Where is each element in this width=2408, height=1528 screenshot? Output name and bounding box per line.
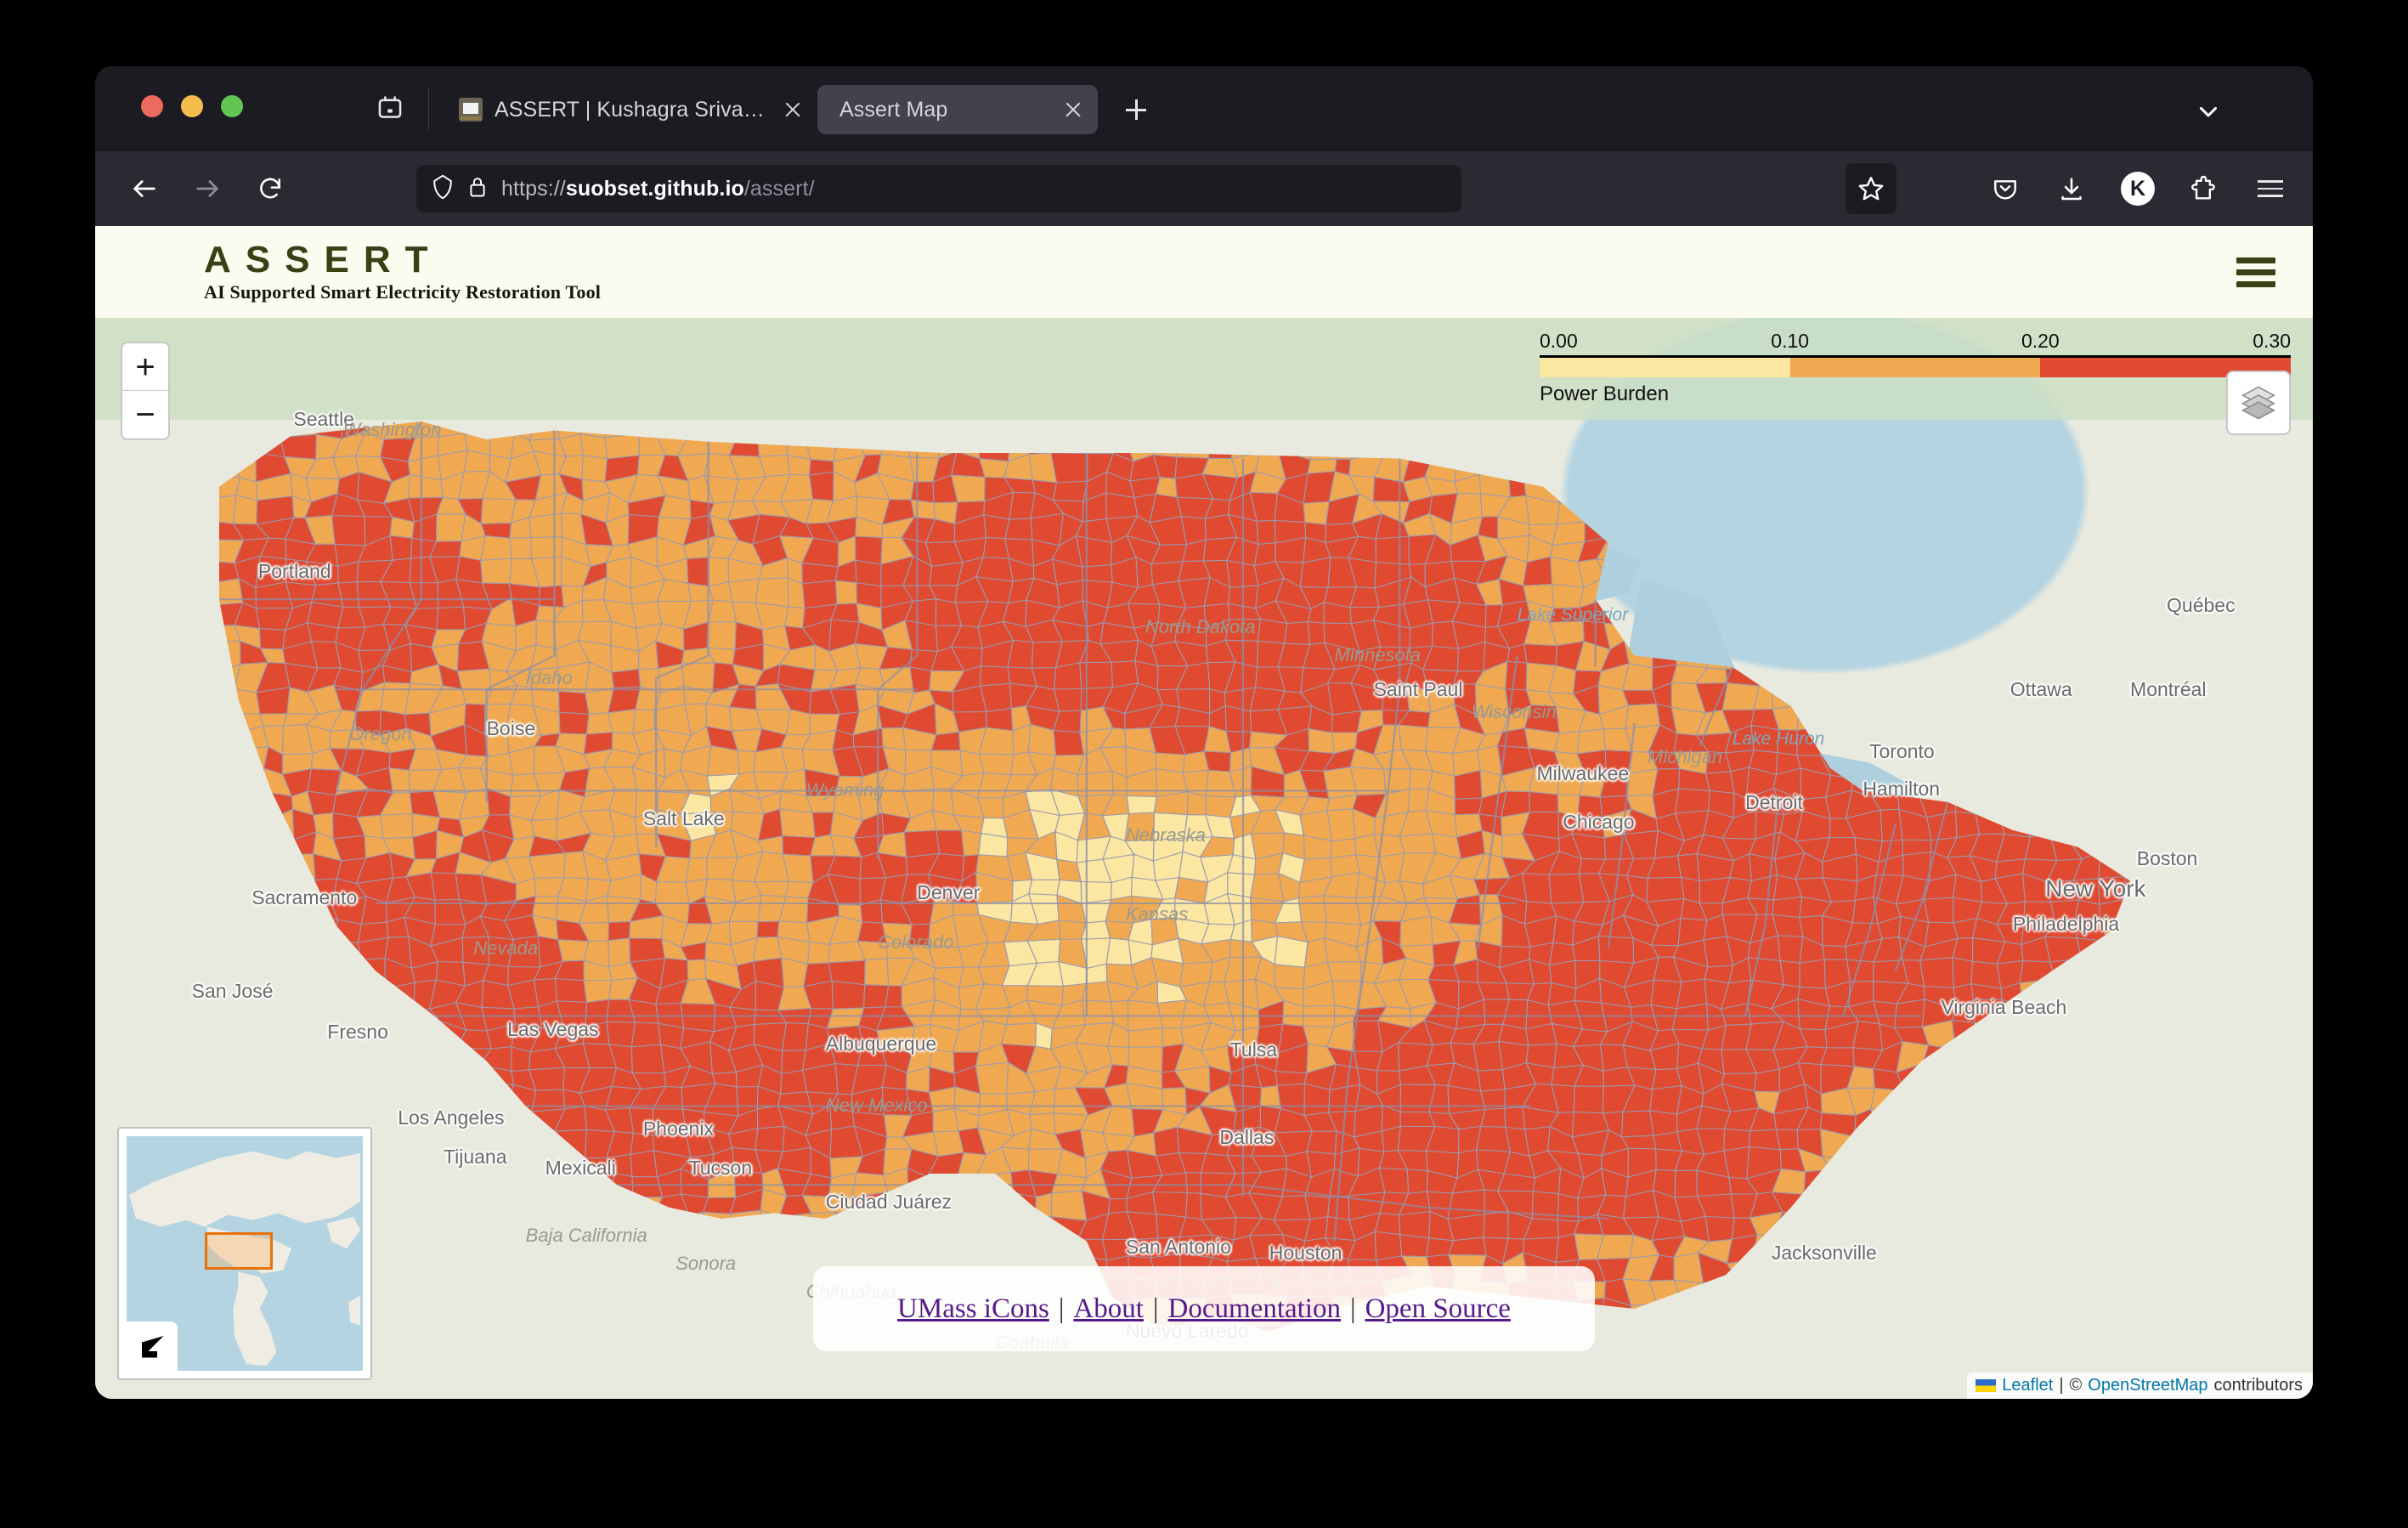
pocket-icon[interactable] — [1987, 170, 2024, 207]
link-umass-icons[interactable]: UMass iCons — [897, 1293, 1049, 1325]
openstreetmap-link[interactable]: OpenStreetMap — [2088, 1376, 2207, 1395]
tab-title: Assert Map — [839, 98, 947, 122]
zoom-out-button[interactable]: − — [122, 391, 168, 439]
ukraine-flag-icon — [1976, 1379, 1996, 1392]
url-text: https://suobset.github.io/assert/ — [501, 177, 815, 201]
extension-puzzle-icon[interactable] — [2185, 170, 2223, 207]
hamburger-menu-icon[interactable] — [2252, 170, 2289, 207]
star-icon[interactable] — [1846, 163, 1896, 214]
link-documentation[interactable]: Documentation — [1168, 1293, 1341, 1325]
url-scheme: https:// — [501, 177, 566, 201]
tabs-container: ASSERT | Kushagra Srivastava Assert Map — [444, 85, 1156, 134]
tab-assert-map[interactable]: Assert Map — [817, 85, 1098, 134]
tab-title: ASSERT | Kushagra Srivastava — [495, 98, 768, 122]
contributors-text: contributors — [2214, 1376, 2303, 1395]
url-host: suobset.github.io — [566, 177, 744, 201]
zoom-window-button[interactable] — [221, 95, 243, 117]
page-title: ASSERT — [204, 241, 601, 280]
collapse-arrow-icon[interactable] — [127, 1321, 178, 1371]
reload-icon[interactable] — [248, 167, 292, 211]
map-canvas[interactable]: SeattlePortlandSacramentoSan JoséFresnoL… — [95, 318, 2313, 1399]
link-separator: | — [1144, 1293, 1168, 1325]
zoom-in-button[interactable]: + — [122, 343, 168, 391]
footer-links-card: UMass iCons | About | Documentation | Op… — [813, 1266, 1595, 1351]
link-separator: | — [1341, 1293, 1365, 1325]
url-bar[interactable]: https://suobset.github.io/assert/ — [416, 165, 1461, 212]
zoom-control[interactable]: + − — [121, 342, 170, 440]
map-container[interactable]: SeattlePortlandSacramentoSan JoséFresnoL… — [95, 318, 2313, 1399]
page-content: ASSERT AI Supported Smart Electricity Re… — [95, 226, 2313, 1399]
link-open-source[interactable]: Open Source — [1365, 1293, 1511, 1325]
copyright-symbol: © — [2070, 1376, 2083, 1395]
site-hamburger-menu-icon[interactable] — [2236, 252, 2275, 293]
window-traffic-lights — [141, 95, 243, 117]
chevron-down-icon[interactable] — [2194, 97, 2223, 126]
link-about[interactable]: About — [1073, 1293, 1144, 1325]
navigation-toolbar: https://suobset.github.io/assert/ — [95, 151, 2313, 226]
brand: ASSERT AI Supported Smart Electricity Re… — [116, 241, 601, 303]
back-arrow-icon[interactable] — [122, 167, 167, 211]
assert-favicon — [459, 98, 483, 122]
close-window-button[interactable] — [141, 95, 163, 117]
close-icon[interactable] — [780, 97, 805, 122]
map-attribution: Leaflet | © OpenStreetMap contributors — [1967, 1372, 2313, 1399]
minimap-viewport-rect[interactable] — [205, 1232, 274, 1270]
attribution-separator: | — [2059, 1376, 2063, 1395]
tab-list-icon[interactable] — [376, 93, 404, 122]
county-polygons — [206, 408, 2156, 1349]
browser-window: ASSERT | Kushagra Srivastava Assert Map — [95, 66, 2313, 1399]
tab-assert-kushagra[interactable]: ASSERT | Kushagra Srivastava — [444, 85, 817, 134]
site-header: ASSERT AI Supported Smart Electricity Re… — [95, 226, 2313, 318]
tab-strip-divider — [428, 87, 429, 131]
minimap[interactable] — [117, 1127, 372, 1380]
link-separator: | — [1049, 1293, 1074, 1325]
download-icon[interactable] — [2053, 170, 2090, 207]
new-tab-button[interactable] — [1116, 90, 1156, 129]
layers-control-button[interactable] — [2226, 371, 2291, 435]
brand-subtitle: AI Supported Smart Electricity Restorati… — [204, 281, 601, 303]
close-icon[interactable] — [1060, 97, 1086, 122]
leaflet-link[interactable]: Leaflet — [2002, 1376, 2053, 1395]
padlock-icon[interactable] — [467, 175, 488, 203]
tab-strip: ASSERT | Kushagra Srivastava Assert Map — [95, 66, 2313, 151]
forward-arrow-icon[interactable] — [185, 167, 229, 211]
account-avatar[interactable]: K — [2119, 170, 2156, 207]
minimap-canvas[interactable] — [127, 1136, 363, 1371]
shield-icon[interactable] — [432, 174, 454, 204]
layers-stack-icon — [2240, 382, 2277, 424]
url-path: /assert/ — [744, 177, 815, 201]
account-initial: K — [2121, 172, 2155, 206]
minimize-window-button[interactable] — [181, 95, 203, 117]
choropleth-layer — [95, 318, 2313, 1399]
toolbar-actions: K — [1987, 163, 2289, 214]
